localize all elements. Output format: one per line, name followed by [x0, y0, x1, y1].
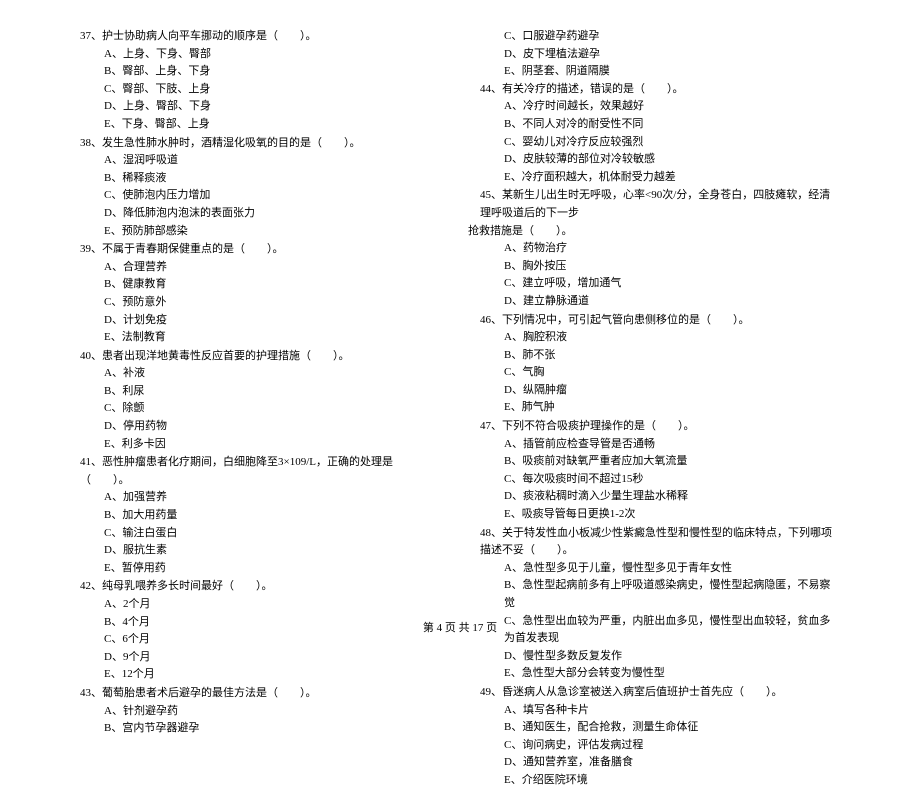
question-stem: 39、不属于青春期保健重点的是（ ）。: [80, 241, 440, 259]
question-option: E、利多卡因: [80, 436, 440, 454]
question-option: D、痰液粘稠时滴入少量生理盐水稀释: [480, 488, 840, 506]
question-option: D、上身、臀部、下身: [80, 98, 440, 116]
question-stem: 47、下列不符合吸痰护理操作的是（ ）。: [480, 418, 840, 436]
question-option: B、吸痰前对缺氧严重者应加大氧流量: [480, 453, 840, 471]
question-option: C、口服避孕药避孕: [480, 28, 840, 46]
question-option: A、药物治疗: [480, 240, 840, 258]
question-option: E、下身、臀部、上身: [80, 116, 440, 134]
question-option: B、健康教育: [80, 276, 440, 294]
question-option: E、预防肺部感染: [80, 223, 440, 241]
question-option: E、暂停用药: [80, 560, 440, 578]
question-stem: 48、关于特发性血小板减少性紫癜急性型和慢性型的临床特点，下列哪项描述不妥（ ）…: [480, 525, 840, 560]
question-option: A、针剂避孕药: [80, 703, 440, 721]
question-option: E、吸痰导管每日更换1-2次: [480, 506, 840, 524]
question-option: C、输注白蛋白: [80, 525, 440, 543]
question-option: B、急性型起病前多有上呼吸道感染病史，慢性型起病隐匿，不易察觉: [480, 577, 840, 612]
question-option: B、加大用药量: [80, 507, 440, 525]
question-option: E、介绍医院环境: [480, 772, 840, 790]
question-option: B、胸外按压: [480, 258, 840, 276]
left-column: 37、护士协助病人向平车挪动的顺序是（ ）。A、上身、下身、臀部B、臀部、上身、…: [80, 28, 440, 791]
question-stem-cont: 抢救措施是（ ）。: [468, 223, 840, 241]
question-option: A、胸腔积液: [480, 329, 840, 347]
question-option: D、建立静脉通道: [480, 293, 840, 311]
question-option: E、法制教育: [80, 329, 440, 347]
question-option: D、降低肺泡内泡沫的表面张力: [80, 205, 440, 223]
question-option: C、预防意外: [80, 294, 440, 312]
question: 39、不属于青春期保健重点的是（ ）。A、合理营养B、健康教育C、预防意外D、计…: [80, 241, 440, 347]
question-option: B、臀部、上身、下身: [80, 63, 440, 81]
question: 41、恶性肿瘤患者化疗期间，白细胞降至3×109/L，正确的处理是（ ）。A、加…: [80, 454, 440, 577]
question-option: A、2个月: [80, 596, 440, 614]
question-option: A、填写各种卡片: [480, 702, 840, 720]
question-stem: 38、发生急性肺水肿时，酒精湿化吸氧的目的是（ ）。: [80, 135, 440, 153]
question-stem: 44、有关冷疗的描述，错误的是（ ）。: [480, 81, 840, 99]
page-content: 37、护士协助病人向平车挪动的顺序是（ ）。A、上身、下身、臀部B、臀部、上身、…: [0, 0, 920, 791]
question-option: E、肺气肿: [480, 399, 840, 417]
question-option: A、上身、下身、臀部: [80, 46, 440, 64]
question-option: C、每次吸痰时间不超过15秒: [480, 471, 840, 489]
question-stem: 46、下列情况中，可引起气管向患侧移位的是（ ）。: [480, 312, 840, 330]
question-option: C、气胸: [480, 364, 840, 382]
page-footer: 第 4 页 共 17 页: [0, 620, 920, 638]
question: 49、昏迷病人从急诊室被送入病室后值班护士首先应（ ）。A、填写各种卡片B、通知…: [480, 684, 840, 790]
question-option: A、冷疗时间越长，效果越好: [480, 98, 840, 116]
question: 46、下列情况中，可引起气管向患侧移位的是（ ）。A、胸腔积液B、肺不张C、气胸…: [480, 312, 840, 418]
question-option: A、湿润呼吸道: [80, 152, 440, 170]
question-option: B、稀释痰液: [80, 170, 440, 188]
question-option: C、使肺泡内压力增加: [80, 187, 440, 205]
question-stem: 45、某新生儿出生时无呼吸，心率<90次/分，全身苍白，四肢瘫软，经清理呼吸道后…: [480, 187, 840, 222]
question: 48、关于特发性血小板减少性紫癜急性型和慢性型的临床特点，下列哪项描述不妥（ ）…: [480, 525, 840, 683]
question-option: D、停用药物: [80, 418, 440, 436]
question-stem: 49、昏迷病人从急诊室被送入病室后值班护士首先应（ ）。: [480, 684, 840, 702]
question: 45、某新生儿出生时无呼吸，心率<90次/分，全身苍白，四肢瘫软，经清理呼吸道后…: [480, 187, 840, 310]
question: 47、下列不符合吸痰护理操作的是（ ）。A、插管前应检查导管是否通畅B、吸痰前对…: [480, 418, 840, 524]
question-option: C、婴幼儿对冷疗反应较强烈: [480, 134, 840, 152]
question-option: B、利尿: [80, 383, 440, 401]
question-option: D、通知营养室，准备膳食: [480, 754, 840, 772]
right-column: C、口服避孕药避孕D、皮下埋植法避孕E、阴茎套、阴道隔膜44、有关冷疗的描述，错…: [480, 28, 840, 791]
question-option: C、除颤: [80, 400, 440, 418]
question-stem: 40、患者出现洋地黄毒性反应首要的护理措施（ ）。: [80, 348, 440, 366]
question-option: D、纵隔肿瘤: [480, 382, 840, 400]
question-option: C、臀部、下肢、上身: [80, 81, 440, 99]
question-option: B、通知医生，配合抢救，测量生命体征: [480, 719, 840, 737]
question-stem: 43、葡萄胎患者术后避孕的最佳方法是（ ）。: [80, 685, 440, 703]
question-option: E、阴茎套、阴道隔膜: [480, 63, 840, 81]
question-option: D、慢性型多数反复发作: [480, 648, 840, 666]
question-option: E、12个月: [80, 666, 440, 684]
question: 44、有关冷疗的描述，错误的是（ ）。A、冷疗时间越长，效果越好B、不同人对冷的…: [480, 81, 840, 187]
question-option: D、服抗生素: [80, 542, 440, 560]
question-stem: 37、护士协助病人向平车挪动的顺序是（ ）。: [80, 28, 440, 46]
question-stem: 41、恶性肿瘤患者化疗期间，白细胞降至3×109/L，正确的处理是（ ）。: [80, 454, 440, 489]
question: 43、葡萄胎患者术后避孕的最佳方法是（ ）。A、针剂避孕药B、宫内节孕器避孕: [80, 685, 440, 738]
question: 38、发生急性肺水肿时，酒精湿化吸氧的目的是（ ）。A、湿润呼吸道B、稀释痰液C…: [80, 135, 440, 241]
question-option: D、皮肤较薄的部位对冷较敏感: [480, 151, 840, 169]
question-option: A、补液: [80, 365, 440, 383]
question-option: B、宫内节孕器避孕: [80, 720, 440, 738]
question-option: E、冷疗面积越大，机体耐受力越差: [480, 169, 840, 187]
question-option: D、9个月: [80, 649, 440, 667]
question-option: A、加强营养: [80, 489, 440, 507]
question: 40、患者出现洋地黄毒性反应首要的护理措施（ ）。A、补液B、利尿C、除颤D、停…: [80, 348, 440, 454]
question-option: C、询问病史，评估发病过程: [480, 737, 840, 755]
question-option: E、急性型大部分会转变为慢性型: [480, 665, 840, 683]
question-option: B、肺不张: [480, 347, 840, 365]
question-option: D、计划免疫: [80, 312, 440, 330]
question-option: D、皮下埋植法避孕: [480, 46, 840, 64]
question-option: A、合理营养: [80, 259, 440, 277]
question-option: A、急性型多见于儿童，慢性型多见于青年女性: [480, 560, 840, 578]
question-option: B、不同人对冷的耐受性不同: [480, 116, 840, 134]
question-option: C、建立呼吸，增加通气: [480, 275, 840, 293]
question-option: A、插管前应检查导管是否通畅: [480, 436, 840, 454]
question-stem: 42、纯母乳喂养多长时间最好（ ）。: [80, 578, 440, 596]
question: 37、护士协助病人向平车挪动的顺序是（ ）。A、上身、下身、臀部B、臀部、上身、…: [80, 28, 440, 134]
